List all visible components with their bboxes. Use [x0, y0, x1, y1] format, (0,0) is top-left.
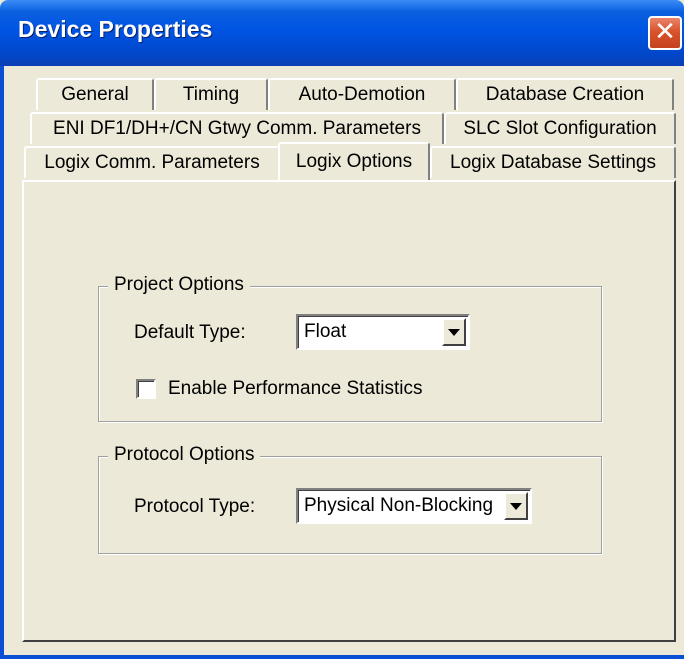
project-options-label: Project Options: [108, 274, 250, 296]
close-icon: ✕: [654, 17, 676, 47]
chevron-down-icon: [510, 502, 522, 510]
tab-label: SLC Slot Configuration: [463, 118, 657, 139]
default-type-select[interactable]: Float: [296, 314, 470, 350]
dropdown-button[interactable]: [442, 318, 466, 346]
tab-general[interactable]: General: [36, 78, 154, 110]
tab-label: Logix Options: [295, 151, 413, 172]
protocol-options-label: Protocol Options: [108, 444, 261, 466]
tab-label: Timing: [182, 84, 240, 105]
title-bar[interactable]: Device Properties ✕: [0, 0, 684, 66]
window-title: Device Properties: [18, 16, 213, 42]
tab-label: Logix Database Settings: [450, 152, 656, 173]
tab-eni-df1-gateway-parameters[interactable]: ENI DF1/DH+/CN Gtwy Comm. Parameters: [30, 112, 444, 144]
default-type-value: Float: [304, 321, 347, 342]
tab-label: Database Creation: [485, 84, 645, 105]
window-frame-bottom: [0, 655, 684, 659]
tab-label: Logix Comm. Parameters: [44, 152, 260, 173]
tab-slc-slot-configuration[interactable]: SLC Slot Configuration: [444, 112, 676, 144]
close-button[interactable]: ✕: [648, 16, 682, 50]
enable-performance-statistics-label[interactable]: Enable Performance Statistics: [168, 378, 423, 400]
device-properties-window: Device Properties ✕ General Timing Auto-…: [0, 0, 684, 659]
logix-options-panel: Project Options Default Type: Float Enab…: [22, 180, 676, 642]
tab-timing[interactable]: Timing: [154, 78, 268, 110]
project-options-group: [98, 286, 602, 422]
tab-label: General: [61, 84, 129, 105]
tab-logix-comm-parameters[interactable]: Logix Comm. Parameters: [24, 146, 280, 178]
tab-auto-demotion[interactable]: Auto-Demotion: [268, 78, 456, 110]
protocol-type-select[interactable]: Physical Non-Blocking: [296, 488, 532, 524]
tab-logix-options[interactable]: Logix Options: [278, 142, 430, 180]
protocol-type-value: Physical Non-Blocking: [304, 495, 494, 516]
tab-logix-database-settings[interactable]: Logix Database Settings: [430, 146, 676, 178]
window-frame-left: [0, 66, 4, 659]
tab-label: ENI DF1/DH+/CN Gtwy Comm. Parameters: [53, 118, 421, 139]
protocol-type-label: Protocol Type:: [134, 496, 256, 517]
dropdown-button[interactable]: [504, 492, 528, 520]
tab-label: Auto-Demotion: [298, 84, 426, 105]
enable-performance-statistics-checkbox[interactable]: [136, 379, 156, 399]
tab-database-creation[interactable]: Database Creation: [456, 78, 674, 110]
chevron-down-icon: [448, 328, 460, 336]
default-type-label: Default Type:: [134, 322, 246, 343]
